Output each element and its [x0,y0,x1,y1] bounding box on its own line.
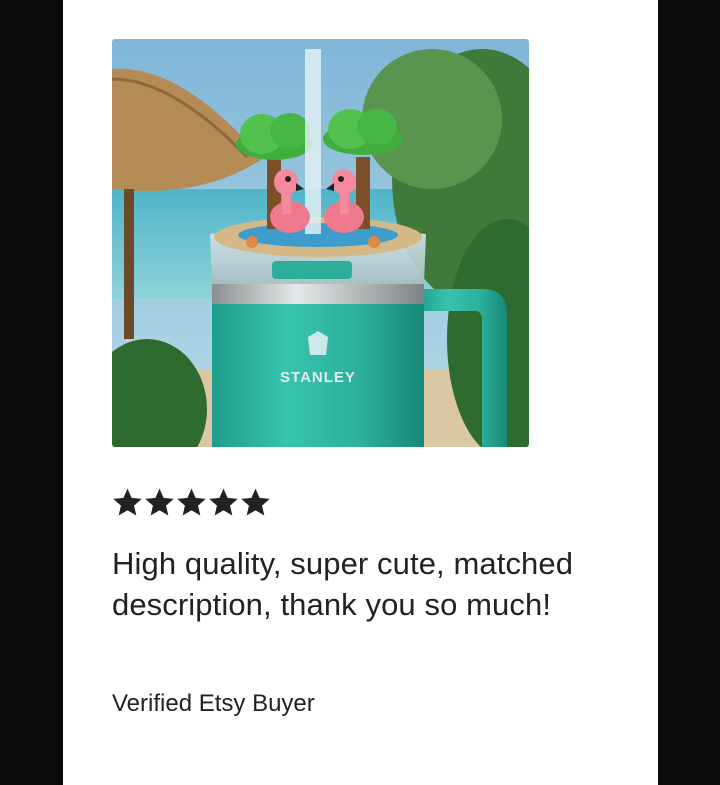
star-icon [177,488,206,516]
page-frame: STANLEY High quality, super cute, matche… [0,0,720,785]
star-icon [145,488,174,516]
tumbler-photo-illustration: STANLEY [112,39,529,447]
star-icon [209,488,238,516]
brand-logo-text: STANLEY [280,369,356,386]
review-photo[interactable]: STANLEY [112,39,529,447]
review-card: STANLEY High quality, super cute, matche… [63,0,658,785]
review-text: High quality, super cute, matched descri… [112,546,574,622]
star-icon [113,488,142,516]
reviewer-name: Verified Etsy Buyer [112,690,315,717]
star-icon [241,488,270,516]
star-rating [113,488,270,517]
